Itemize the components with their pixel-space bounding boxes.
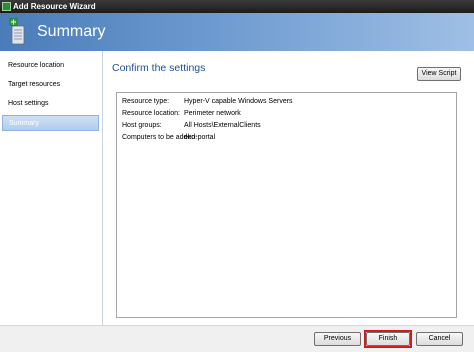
settings-summary-box: Resource type: Hyper-V capable Windows S… [116, 92, 457, 318]
setting-key: Resource type: [122, 98, 170, 105]
page-title: Summary [37, 23, 106, 40]
setting-value: Perimeter network [184, 110, 241, 117]
setting-value: All Hosts\ExternalClients [184, 122, 261, 129]
wizard-header: Summary [0, 13, 474, 51]
window-title: Add Resource Wizard [13, 2, 96, 11]
sidebar-item-summary[interactable]: Summary [2, 115, 99, 131]
view-script-button[interactable]: View Script [417, 67, 461, 81]
wizard-window: Add Resource Wizard Summary Resource loc… [0, 0, 474, 352]
sidebar-item-target-resources[interactable]: Target resources [2, 77, 99, 93]
sidebar-item-host-settings[interactable]: Host settings [2, 96, 99, 112]
setting-value: Hyper-V capable Windows Servers [184, 98, 293, 105]
wizard-steps: Resource location Target resources Host … [0, 51, 103, 325]
wizard-window-icon [2, 2, 11, 11]
finish-highlight-frame [364, 330, 412, 348]
server-add-icon [9, 18, 25, 45]
title-bar: Add Resource Wizard [0, 0, 474, 13]
sidebar-item-resource-location[interactable]: Resource location [2, 58, 99, 74]
cancel-button[interactable]: Cancel [416, 332, 463, 346]
setting-value: eko-portal [184, 134, 216, 141]
setting-key: Resource location: [122, 110, 180, 117]
section-title: Confirm the settings [112, 62, 206, 74]
previous-button[interactable]: Previous [314, 332, 361, 346]
setting-key: Host groups: [122, 122, 162, 129]
main-content: Confirm the settings View Script Resourc… [103, 51, 474, 325]
